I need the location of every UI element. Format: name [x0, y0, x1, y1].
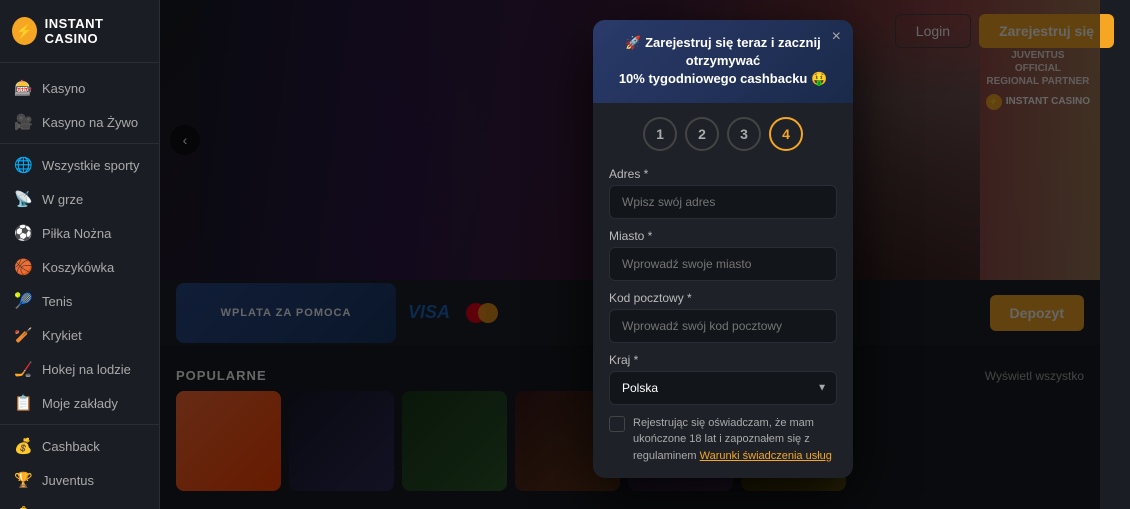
sidebar-item-juventus[interactable]: 🏆 Juventus — [0, 463, 159, 497]
sidebar-label-pilka: Piłka Nożna — [42, 226, 111, 241]
modal-body: 1 2 3 4 Adres * Miasto * — [593, 103, 853, 479]
country-label: Kraj * — [609, 353, 837, 367]
kasyno-icon: 🎰 — [14, 79, 32, 97]
modal-banner-text: 🚀 Zarejestruj się teraz i zacznij otrzym… — [609, 34, 837, 89]
sidebar-label-tenis: Tenis — [42, 294, 72, 309]
sidebar-label-kasyno-zywo: Kasyno na Żywo — [42, 115, 138, 130]
logo-text: INSTANT CASINO — [45, 16, 147, 46]
sidebar-label-kasyno: Kasyno — [42, 81, 85, 96]
step-3[interactable]: 3 — [727, 117, 761, 151]
step-1[interactable]: 1 — [643, 117, 677, 151]
w-grze-icon: 📡 — [14, 190, 32, 208]
postal-label: Kod pocztowy * — [609, 291, 837, 305]
zaklady-icon: 📋 — [14, 394, 32, 412]
address-input[interactable] — [609, 185, 837, 219]
registration-modal: × 🚀 Zarejestruj się teraz i zacznij otrz… — [593, 20, 853, 478]
sidebar-label-sporty: Wszystkie sporty — [42, 158, 140, 173]
postal-field-group: Kod pocztowy * — [609, 291, 837, 343]
sidebar-label-juventus: Juventus — [42, 473, 94, 488]
sidebar-item-cashback[interactable]: 💰 Cashback — [0, 429, 159, 463]
address-label: Adres * — [609, 167, 837, 181]
kasyno-zywo-icon: 🎥 — [14, 113, 32, 131]
city-label: Miasto * — [609, 229, 837, 243]
koszykowka-icon: 🏀 — [14, 258, 32, 276]
promocje-icon: 🔔 — [14, 505, 32, 509]
sidebar-item-promocje[interactable]: 🔔 Promocje — [0, 497, 159, 509]
sidebar-label-hokej: Hokej na lodzie — [42, 362, 131, 377]
banner-emoji: 🚀 — [625, 35, 641, 50]
krykiet-icon: 🏏 — [14, 326, 32, 344]
terms-checkbox-row: Rejestrując się oświadczam, że mam ukońc… — [609, 415, 837, 465]
banner-main-text: Zarejestruj się teraz i zacznij otrzymyw… — [645, 35, 821, 68]
sidebar-item-moje-zaklady[interactable]: 📋 Moje zakłady — [0, 386, 159, 420]
juventus-icon: 🏆 — [14, 471, 32, 489]
postal-input[interactable] — [609, 309, 837, 343]
terms-checkbox[interactable] — [609, 416, 625, 432]
tenis-icon: 🎾 — [14, 292, 32, 310]
sidebar-label-krykiet: Krykiet — [42, 328, 82, 343]
sidebar: ⚡ INSTANT CASINO 🎰 Kasyno 🎥 Kasyno na Ży… — [0, 0, 160, 509]
sidebar-main-nav: 🎰 Kasyno 🎥 Kasyno na Żywo 🌐 Wszystkie sp… — [0, 63, 159, 509]
cashback-icon: 💰 — [14, 437, 32, 455]
step-2[interactable]: 2 — [685, 117, 719, 151]
sidebar-label-cashback: Cashback — [42, 439, 100, 454]
sidebar-item-pilka-nozna[interactable]: ⚽ Piłka Nożna — [0, 216, 159, 250]
sidebar-item-w-grze[interactable]: 📡 W grze — [0, 182, 159, 216]
city-input[interactable] — [609, 247, 837, 281]
hokej-icon: 🏒 — [14, 360, 32, 378]
logo-icon: ⚡ — [12, 17, 37, 45]
sidebar-label-koszykowka: Koszykówka — [42, 260, 114, 275]
step-4[interactable]: 4 — [769, 117, 803, 151]
banner-highlight-text: 10% tygodniowego cashbacku 🤑 — [619, 71, 827, 86]
country-field-group: Kraj * Polska ▼ — [609, 353, 837, 405]
sidebar-item-kasyno-zywo[interactable]: 🎥 Kasyno na Żywo — [0, 105, 159, 139]
modal-close-button[interactable]: × — [832, 28, 841, 46]
country-select-wrapper: Polska ▼ — [609, 371, 837, 405]
registration-steps: 1 2 3 4 — [609, 117, 837, 151]
city-field-group: Miasto * — [609, 229, 837, 281]
address-field-group: Adres * — [609, 167, 837, 219]
terms-text: Rejestrując się oświadczam, że mam ukońc… — [633, 415, 837, 465]
sidebar-item-tenis[interactable]: 🎾 Tenis — [0, 284, 159, 318]
country-select[interactable]: Polska — [609, 371, 837, 405]
sidebar-divider-2 — [0, 424, 159, 425]
pilka-icon: ⚽ — [14, 224, 32, 242]
terms-link[interactable]: Warunki świadczenia usług — [700, 450, 832, 462]
sidebar-item-koszykowka[interactable]: 🏀 Koszykówka — [0, 250, 159, 284]
sporty-icon: 🌐 — [14, 156, 32, 174]
sidebar-item-kasyno[interactable]: 🎰 Kasyno — [0, 71, 159, 105]
modal-banner: 🚀 Zarejestruj się teraz i zacznij otrzym… — [593, 20, 853, 103]
sidebar-label-w-grze: W grze — [42, 192, 83, 207]
sidebar-divider — [0, 143, 159, 144]
logo-area: ⚡ INSTANT CASINO — [0, 0, 159, 63]
main-content: Login Zarejestruj się ‹ JJ JUVENTUSOFFIC… — [160, 0, 1130, 509]
sidebar-item-hokej[interactable]: 🏒 Hokej na lodzie — [0, 352, 159, 386]
sidebar-item-wszystkie-sporty[interactable]: 🌐 Wszystkie sporty — [0, 148, 159, 182]
sidebar-label-zaklady: Moje zakłady — [42, 396, 118, 411]
sidebar-item-krykiet[interactable]: 🏏 Krykiet — [0, 318, 159, 352]
